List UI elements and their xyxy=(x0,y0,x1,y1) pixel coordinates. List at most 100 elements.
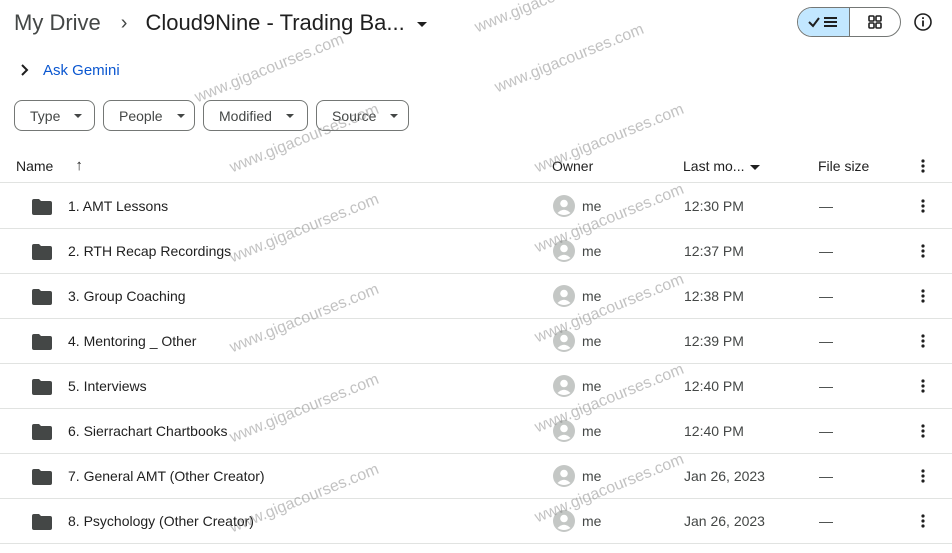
watermark: www.gigacourses.com xyxy=(472,0,626,37)
last-modified-value: Jan 26, 2023 xyxy=(684,468,765,484)
column-file-size-label: File size xyxy=(818,158,870,174)
table-row[interactable]: 4. Mentoring _ Other me 12:39 PM — xyxy=(0,319,952,364)
column-name[interactable]: Name ↑ xyxy=(16,157,83,175)
grid-icon xyxy=(867,15,882,29)
more-vert-icon[interactable] xyxy=(914,512,932,530)
file-size-value: — xyxy=(819,513,833,529)
column-last-modified-label: Last mo... xyxy=(683,158,745,174)
owner-label: me xyxy=(582,513,602,529)
folder-icon xyxy=(32,379,52,395)
person-avatar-icon xyxy=(553,285,575,307)
owner-label: me xyxy=(582,378,602,394)
column-owner: Owner xyxy=(552,157,593,175)
filter-type-label: Type xyxy=(30,107,61,124)
last-modified-value: 12:38 PM xyxy=(684,288,744,304)
dropdown-caret-icon xyxy=(285,113,294,118)
file-name[interactable]: 5. Interviews xyxy=(68,377,147,395)
folder-icon xyxy=(32,424,52,440)
more-vert-icon[interactable] xyxy=(914,377,932,395)
folder-icon xyxy=(32,289,52,305)
folder-icon xyxy=(32,469,52,485)
file-table-header: Name ↑ Owner Last mo... File size xyxy=(0,150,952,183)
last-modified-value: 12:39 PM xyxy=(684,333,744,349)
filter-people[interactable]: People xyxy=(103,100,195,131)
filter-source-label: Source xyxy=(332,107,377,124)
dropdown-caret-icon xyxy=(74,113,83,118)
breadcrumb: My Drive › Cloud9Nine - Trading Ba... xyxy=(14,8,427,38)
filter-modified-label: Modified xyxy=(219,107,272,124)
filter-source[interactable]: Source xyxy=(316,100,409,131)
owner-label: me xyxy=(582,468,602,484)
dropdown-caret-icon xyxy=(750,164,761,170)
filter-modified[interactable]: Modified xyxy=(203,100,308,131)
file-size-value: — xyxy=(819,378,833,394)
filter-chips: Type People Modified Source xyxy=(14,100,417,131)
table-row[interactable]: 3. Group Coaching me 12:38 PM — xyxy=(0,274,952,319)
more-vert-icon[interactable] xyxy=(914,287,932,305)
table-row[interactable]: 8. Psychology (Other Creator) me Jan 26, 2… xyxy=(0,499,952,544)
more-vert-icon[interactable] xyxy=(914,197,932,215)
file-size-value: — xyxy=(819,243,833,259)
file-name[interactable]: 1. AMT Lessons xyxy=(68,197,168,215)
file-name[interactable]: 2. RTH Recap Recordings xyxy=(68,242,231,260)
folder-icon xyxy=(32,244,52,260)
file-size-value: — xyxy=(819,423,833,439)
arrow-up-icon[interactable]: ↑ xyxy=(75,157,83,175)
last-modified-value: 12:37 PM xyxy=(684,243,744,259)
person-avatar-icon xyxy=(553,240,575,262)
filter-people-label: People xyxy=(119,107,163,124)
file-size-value: — xyxy=(819,333,833,349)
last-modified-value: 12:40 PM xyxy=(684,423,744,439)
file-size-value: — xyxy=(819,198,833,214)
ask-gemini[interactable]: Ask Gemini xyxy=(20,58,120,82)
table-row[interactable]: 5. Interviews me 12:40 PM — xyxy=(0,364,952,409)
table-row[interactable]: 2. RTH Recap Recordings me 12:37 PM — xyxy=(0,229,952,274)
list-view-button[interactable] xyxy=(798,8,850,36)
file-name[interactable]: 8. Psychology (Other Creator) xyxy=(68,512,254,530)
details-button[interactable] xyxy=(913,12,933,32)
more-vert-icon[interactable] xyxy=(914,332,932,350)
more-vert-icon[interactable] xyxy=(914,467,932,485)
file-name[interactable]: 4. Mentoring _ Other xyxy=(68,332,196,350)
person-avatar-icon xyxy=(553,510,575,532)
table-row[interactable]: 7. General AMT (Other Creator) me Jan 26, … xyxy=(0,454,952,499)
column-file-size: File size xyxy=(818,157,869,175)
more-vert-icon[interactable] xyxy=(914,242,932,260)
breadcrumb-current-folder[interactable]: Cloud9Nine - Trading Ba... xyxy=(145,10,404,36)
table-row[interactable]: 6. Sierrachart Chartbooks me 12:40 PM — xyxy=(0,409,952,454)
chevron-right-icon xyxy=(20,64,36,76)
file-name[interactable]: 6. Sierrachart Chartbooks xyxy=(68,422,228,440)
more-vert-icon[interactable] xyxy=(914,422,932,440)
check-list-icon xyxy=(808,17,838,28)
dropdown-caret-icon[interactable] xyxy=(416,21,427,27)
column-name-label: Name xyxy=(16,158,54,174)
column-owner-label: Owner xyxy=(552,158,594,174)
watermark: www.gigacourses.com xyxy=(192,30,347,107)
last-modified-value: Jan 26, 2023 xyxy=(684,513,765,529)
dropdown-caret-icon xyxy=(390,113,399,118)
watermark: www.gigacourses.com xyxy=(492,20,647,97)
grid-view-button[interactable] xyxy=(850,8,901,36)
file-name[interactable]: 7. General AMT (Other Creator) xyxy=(68,467,265,485)
file-size-value: — xyxy=(819,468,833,484)
person-avatar-icon xyxy=(553,330,575,352)
info-icon xyxy=(914,13,932,31)
person-avatar-icon xyxy=(553,420,575,442)
filter-type[interactable]: Type xyxy=(14,100,95,131)
folder-icon xyxy=(32,199,52,215)
last-modified-value: 12:40 PM xyxy=(684,378,744,394)
breadcrumb-my-drive[interactable]: My Drive xyxy=(14,10,101,36)
folder-icon xyxy=(32,514,52,530)
owner-label: me xyxy=(582,198,602,214)
table-row[interactable]: 1. AMT Lessons me 12:30 PM — xyxy=(0,184,952,229)
file-name[interactable]: 3. Group Coaching xyxy=(68,287,186,305)
view-toggle xyxy=(797,7,901,37)
file-size-value: — xyxy=(819,288,833,304)
owner-label: me xyxy=(582,333,602,349)
column-options-button[interactable] xyxy=(914,157,932,175)
column-last-modified[interactable]: Last mo... xyxy=(683,157,761,175)
more-vert-icon xyxy=(921,159,925,173)
owner-label: me xyxy=(582,243,602,259)
last-modified-value: 12:30 PM xyxy=(684,198,744,214)
ask-gemini-label: Ask Gemini xyxy=(43,61,120,79)
